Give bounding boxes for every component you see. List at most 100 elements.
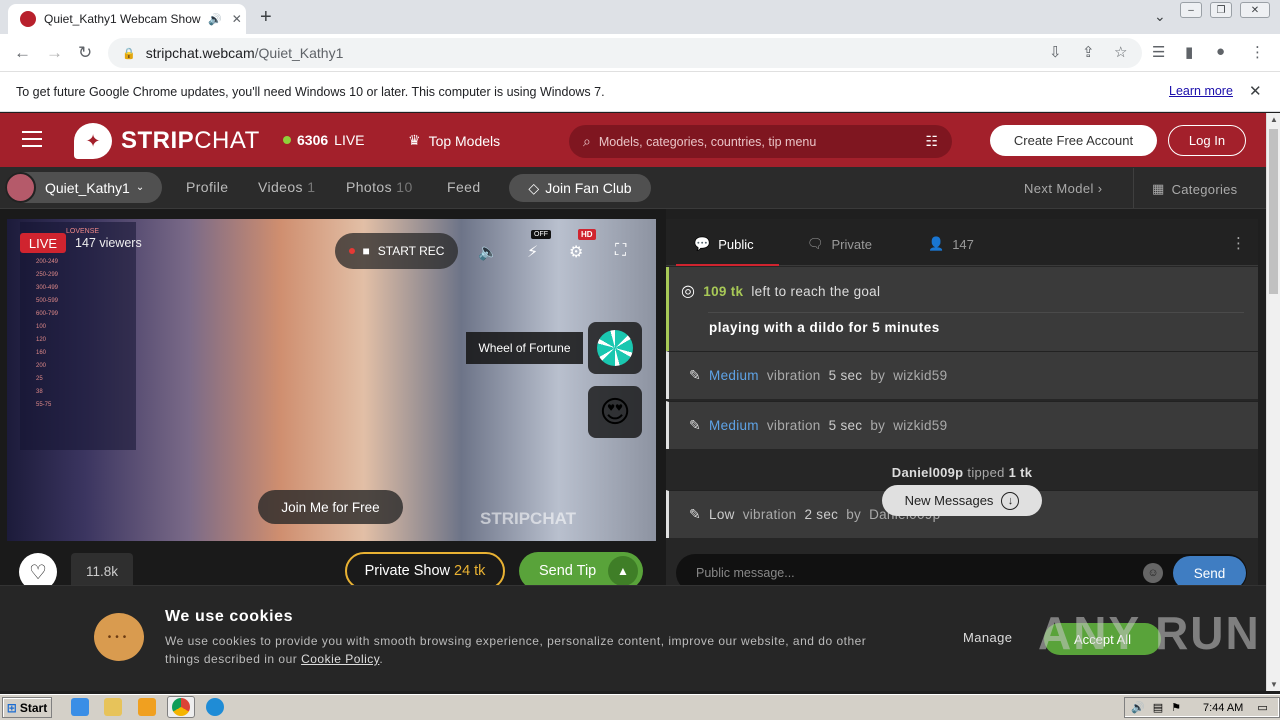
tab-photos-count: 10	[396, 179, 413, 195]
learn-more-link[interactable]: Learn more	[1169, 84, 1233, 98]
scroll-down-icon[interactable]: ▼	[1270, 680, 1278, 689]
tip-user[interactable]: Daniel009p	[892, 465, 964, 480]
wheel-icon	[597, 330, 633, 366]
start-label: Start	[19, 700, 48, 715]
forward-arrow-icon[interactable]: →	[46, 43, 63, 63]
tab-videos[interactable]: Videos 1	[258, 179, 315, 195]
new-tab-button[interactable]: +	[260, 6, 272, 29]
profile-avatar-icon[interactable]: ●	[1216, 43, 1225, 60]
lightning-icon[interactable]: ⚡	[527, 242, 538, 262]
browser-tab[interactable]: Quiet_Kathy1 Webcam Show | … 🔊 ✕	[8, 4, 246, 34]
cookie-policy-link[interactable]: Cookie Policy	[301, 652, 379, 666]
media-player-icon[interactable]	[138, 698, 156, 716]
speaker-icon[interactable]: 🔊	[208, 13, 222, 26]
tip-menu-icon[interactable]: ▲	[608, 556, 638, 586]
tab-private[interactable]: 🗨 Private	[807, 236, 872, 252]
message-action: vibration	[766, 418, 821, 433]
stripchat-logo[interactable]: ✦ STRIP CHAT	[74, 123, 260, 159]
manage-cookies-button[interactable]: Manage	[963, 630, 1012, 645]
close-infobar-icon[interactable]: ✕	[1249, 82, 1262, 100]
tab-users[interactable]: 👤 147	[928, 236, 974, 252]
goal-status: ◎ 109 tk left to reach the goal	[681, 281, 880, 301]
close-window-icon[interactable]: ✕	[1240, 2, 1270, 18]
install-icon[interactable]: ⇩	[1049, 43, 1062, 61]
stripchat-favicon-icon	[20, 11, 36, 27]
new-messages-button[interactable]: New Messages ↓	[882, 485, 1042, 516]
explorer-folder-icon[interactable]	[104, 698, 122, 716]
chevron-right-icon: ›	[1097, 181, 1103, 196]
tab-search-chevron-icon[interactable]: ⌄	[1154, 8, 1166, 25]
network-tray-icon[interactable]: ▤	[1153, 701, 1163, 714]
reading-list-icon[interactable]: ☰	[1152, 43, 1165, 61]
goal-amount: 109 tk	[703, 283, 744, 299]
login-button[interactable]: Log In	[1168, 125, 1246, 156]
join-free-button[interactable]: Join Me for Free	[258, 490, 403, 524]
next-model-button[interactable]: Next Model ›	[1024, 181, 1103, 196]
heart-eyes-emoji-button[interactable]: 😍	[588, 386, 642, 438]
chat-message: ✎ Medium vibration 5 sec by wizkid59	[666, 351, 1258, 399]
page-scrollbar[interactable]: ▲ ▼	[1266, 113, 1280, 691]
vibration-icon: ✎	[689, 506, 702, 522]
smiley-icon[interactable]: ☺	[1143, 563, 1163, 583]
back-arrow-icon[interactable]: ←	[14, 43, 31, 63]
cookie-icon: •••	[94, 613, 144, 661]
volume-icon[interactable]: 🔈	[478, 242, 498, 262]
create-account-button[interactable]: Create Free Account	[990, 125, 1157, 156]
fan-club-label: Join Fan Club	[545, 180, 632, 196]
tab-public-label: Public	[718, 236, 754, 252]
start-rec-button[interactable]: ■ START REC	[335, 233, 458, 269]
fullscreen-icon[interactable]: ⛶	[615, 242, 626, 260]
settings-gear-icon[interactable]: ⚙	[569, 242, 583, 262]
restore-icon[interactable]: ❐	[1210, 2, 1232, 18]
wheel-of-fortune-label: Wheel of Fortune	[466, 332, 583, 364]
ie-icon[interactable]	[71, 698, 89, 716]
viewer-count: 147 viewers	[75, 236, 142, 250]
tip-text: tipped	[967, 464, 1005, 480]
new-messages-label: New Messages	[904, 493, 994, 508]
private-show-price: 24 tk	[454, 563, 486, 579]
message-user[interactable]: wizkid59	[893, 418, 947, 433]
side-panel-icon[interactable]: ▮	[1185, 43, 1193, 61]
join-fan-club-button[interactable]: ◇ Join Fan Club	[509, 174, 651, 202]
chat-more-icon[interactable]: ⋮	[1231, 234, 1246, 252]
chrome-menu-icon[interactable]: ⋮	[1250, 43, 1265, 61]
reload-icon[interactable]: ↻	[78, 43, 92, 63]
tab-public[interactable]: 💬 Public	[694, 236, 754, 252]
top-models-link[interactable]: ♛ Top Models	[408, 132, 500, 149]
tab-videos-count: 1	[307, 179, 316, 195]
lovense-row: 200	[36, 363, 47, 369]
share-icon[interactable]: ⇪	[1082, 43, 1095, 61]
start-button[interactable]: ⊞ Start	[2, 697, 52, 718]
lovense-row: 38	[36, 389, 43, 395]
logo-mark-icon: ✦	[74, 123, 112, 159]
tab-profile[interactable]: Profile	[186, 179, 228, 195]
show-desktop-icon[interactable]: ▭	[1257, 701, 1267, 714]
top-models-icon: ♛	[408, 132, 421, 148]
address-bar[interactable]: 🔒 stripchat.webcam/Quiet_Kathy1	[108, 38, 1142, 68]
message-user[interactable]: wizkid59	[893, 368, 947, 383]
vibration-level: Medium	[709, 368, 759, 383]
scroll-up-icon[interactable]: ▲	[1270, 115, 1278, 124]
minimize-icon[interactable]: –	[1180, 2, 1202, 18]
tab-feed[interactable]: Feed	[447, 179, 481, 195]
categories-button[interactable]: ▦ Categories	[1152, 181, 1237, 197]
edge-icon[interactable]	[206, 698, 224, 716]
model-name-dropdown[interactable]: Quiet_Kathy1 ⌄	[5, 172, 162, 203]
bookmark-star-icon[interactable]: ☆	[1114, 43, 1127, 61]
search-input[interactable]: ⌕ Models, categories, countries, tip men…	[569, 125, 952, 158]
wheel-of-fortune-button[interactable]	[588, 322, 642, 374]
record-dot-icon	[348, 248, 355, 254]
live-count[interactable]: 6306 LIVE	[283, 132, 365, 148]
scrollbar-thumb[interactable]	[1269, 129, 1278, 294]
volume-tray-icon[interactable]: 🔊	[1131, 701, 1145, 714]
clock[interactable]: 7:44 AM	[1203, 702, 1243, 714]
message-duration: 5 sec	[828, 368, 863, 383]
filter-sliders-icon[interactable]: ☷	[925, 133, 938, 150]
next-model-label: Next Model	[1024, 181, 1094, 196]
logo-text-bold: STRIP	[121, 127, 195, 154]
tab-photos[interactable]: Photos 10	[346, 179, 413, 195]
message-by: by	[870, 418, 886, 433]
hamburger-menu-icon[interactable]	[22, 131, 42, 147]
close-tab-icon[interactable]: ✕	[232, 12, 242, 26]
flag-tray-icon[interactable]: ⚑	[1171, 701, 1181, 714]
